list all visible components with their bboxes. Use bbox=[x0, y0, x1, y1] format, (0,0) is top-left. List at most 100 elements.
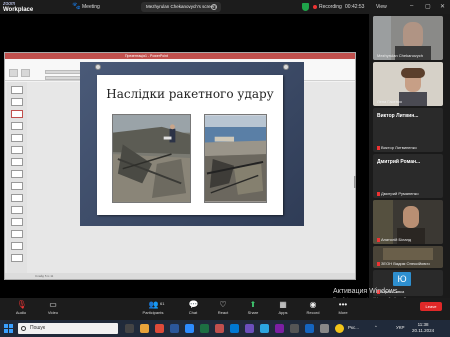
participant-tile[interactable]: Дмитрий Роман... Дмитрий Руманенко bbox=[373, 154, 443, 198]
recording-label[interactable]: Recording bbox=[319, 4, 342, 10]
meeting-label[interactable]: Meeting bbox=[82, 4, 100, 10]
participant-name: Mezhyrulan Chekanovych bbox=[377, 53, 424, 58]
close-icon[interactable]: ✕ bbox=[440, 3, 445, 10]
recording-dot-icon bbox=[313, 5, 317, 9]
tray-text[interactable]: Ркс... bbox=[348, 325, 359, 330]
record-button[interactable]: ◉ Record bbox=[298, 300, 328, 320]
ppt-vertical-scrollbar[interactable] bbox=[354, 176, 356, 188]
microphone-muted-icon: 🎙 bbox=[16, 300, 27, 309]
slide-thumb bbox=[11, 158, 23, 166]
slide-thumb-selected bbox=[11, 110, 23, 118]
zoom-app-icon[interactable] bbox=[185, 324, 194, 333]
slide-thumb bbox=[11, 146, 23, 154]
participants-count: 61 bbox=[160, 301, 165, 306]
app-icon[interactable] bbox=[290, 324, 299, 333]
chrome-icon[interactable] bbox=[155, 324, 164, 333]
security-shield-icon[interactable] bbox=[302, 3, 309, 11]
destroyed-dam-photo bbox=[204, 114, 267, 203]
weather-icon[interactable] bbox=[335, 324, 344, 333]
shared-screen: Презентація1 - PowerPoint Слайд 5 із 11 … bbox=[0, 14, 369, 298]
participant-name: Дмитрий Руманенко bbox=[381, 191, 419, 196]
audio-button[interactable]: 🎙 Audio bbox=[6, 300, 36, 320]
mic-muted-icon bbox=[377, 237, 380, 242]
view-button[interactable]: View bbox=[376, 4, 387, 10]
participant-tile[interactable]: Виктор Литвин... Виктор Литвиненко bbox=[373, 108, 443, 152]
chat-button[interactable]: 💬 Chat bbox=[178, 300, 208, 320]
share-button[interactable]: ⬆ Share bbox=[238, 300, 268, 320]
share-screen-icon: ⬆ bbox=[249, 300, 257, 309]
participant-name: ЗЕОН Вадим Олексійович bbox=[381, 261, 430, 266]
participants-label: Participants bbox=[142, 310, 164, 315]
meeting-paw-icon[interactable]: 🐾 bbox=[72, 3, 81, 10]
participant-display-name: Виктор Литвин... bbox=[377, 113, 419, 119]
search-placeholder: Пошук bbox=[30, 325, 46, 331]
participant-display-name: Дмитрий Роман... bbox=[377, 159, 421, 165]
slide-thumb bbox=[11, 134, 23, 142]
font-box bbox=[45, 70, 85, 74]
react-button[interactable]: ♡ React bbox=[208, 300, 238, 320]
apps-icon: ▦ bbox=[279, 300, 287, 309]
slide-counter: Слайд 5 із 11 bbox=[35, 274, 54, 278]
file-explorer-icon[interactable] bbox=[140, 324, 149, 333]
mic-muted-icon bbox=[377, 191, 380, 196]
maximize-icon[interactable]: ▢ bbox=[425, 3, 431, 10]
slide-card: Наслідки ракетного удару bbox=[97, 75, 283, 215]
leave-button[interactable]: Leave bbox=[420, 302, 442, 311]
pushpin-icon bbox=[283, 64, 289, 70]
participant-avatar-badge: Ю bbox=[393, 272, 411, 286]
activation-title: Активация Windows bbox=[333, 288, 398, 295]
taskbar-clock[interactable]: 11:38 20.11.2024 bbox=[412, 322, 434, 334]
word-icon[interactable] bbox=[170, 324, 179, 333]
screen-share-banner[interactable]: Mezhyrulan Chekanovych's screen bbox=[141, 2, 221, 12]
video-button[interactable]: ▭ Video bbox=[38, 300, 68, 320]
participants-icon: 👥 bbox=[148, 300, 159, 309]
audio-label: Audio bbox=[15, 310, 27, 315]
apps-button[interactable]: ▦ Apps bbox=[268, 300, 298, 320]
react-heart-icon: ♡ bbox=[219, 300, 227, 309]
share-options-icon[interactable] bbox=[211, 4, 217, 10]
powerpoint-icon[interactable] bbox=[215, 324, 224, 333]
slide-thumb bbox=[11, 218, 23, 226]
zoom-top-bar: zoom Workplace 🐾 Meeting Mezhyrulan Chek… bbox=[0, 0, 450, 14]
new-slide-icon bbox=[21, 69, 30, 77]
edge-icon[interactable] bbox=[230, 324, 239, 333]
app-icon[interactable] bbox=[275, 324, 284, 333]
participant-tile[interactable]: Лена Гасенко bbox=[373, 62, 443, 106]
slide-thumb bbox=[11, 182, 23, 190]
app-icon[interactable] bbox=[320, 324, 329, 333]
telegram-icon[interactable] bbox=[260, 324, 269, 333]
slide-thumbnails bbox=[7, 82, 27, 275]
meeting-timer: 00:42:53 bbox=[345, 4, 365, 10]
share-label: Share bbox=[247, 310, 259, 315]
zoom-toolbar: 🎙 Audio ▭ Video 👥 Participants 61 💬 Chat… bbox=[0, 298, 450, 320]
windows-taskbar: Пошук Ркс... ⌃ УКР 11:38 20.11.2024 bbox=[0, 320, 450, 337]
taskbar-search-box[interactable]: Пошук bbox=[18, 323, 118, 334]
windows-start-icon[interactable] bbox=[4, 324, 13, 333]
zoom-logo: zoom Workplace bbox=[3, 1, 33, 13]
slide-thumb bbox=[11, 122, 23, 130]
participant-tile[interactable]: ЗЕОН Вадим Олексійович bbox=[373, 246, 443, 268]
clock-date: 20.11.2024 bbox=[412, 328, 435, 333]
tray-chevron-icon[interactable]: ⌃ bbox=[374, 325, 378, 331]
participant-name: Лена Гасенко bbox=[377, 99, 403, 104]
excel-icon[interactable] bbox=[200, 324, 209, 333]
more-button[interactable]: ••• More bbox=[328, 300, 358, 320]
slide-thumb bbox=[11, 194, 23, 202]
slide-thumb bbox=[11, 206, 23, 214]
apps-label: Apps bbox=[278, 310, 288, 315]
language-indicator[interactable]: УКР bbox=[396, 325, 404, 330]
participant-gallery: Mezhyrulan Chekanovych Лена Гасенко Викт… bbox=[369, 14, 450, 298]
minimize-icon[interactable]: – bbox=[410, 3, 413, 9]
search-icon bbox=[21, 326, 26, 331]
mic-muted-icon bbox=[377, 145, 380, 150]
chat-icon: 💬 bbox=[188, 300, 199, 309]
participant-name: Виктор Литвиненко bbox=[381, 145, 417, 150]
app-icon[interactable] bbox=[305, 324, 314, 333]
participant-tile[interactable]: Анатолій Біланд bbox=[373, 200, 443, 244]
damaged-bridge-photo bbox=[112, 114, 191, 203]
more-icon: ••• bbox=[338, 300, 348, 309]
participant-tile[interactable]: Mezhyrulan Chekanovych bbox=[373, 16, 443, 60]
task-view-icon[interactable] bbox=[125, 324, 134, 333]
slide-thumb bbox=[11, 230, 23, 238]
viber-icon[interactable] bbox=[245, 324, 254, 333]
